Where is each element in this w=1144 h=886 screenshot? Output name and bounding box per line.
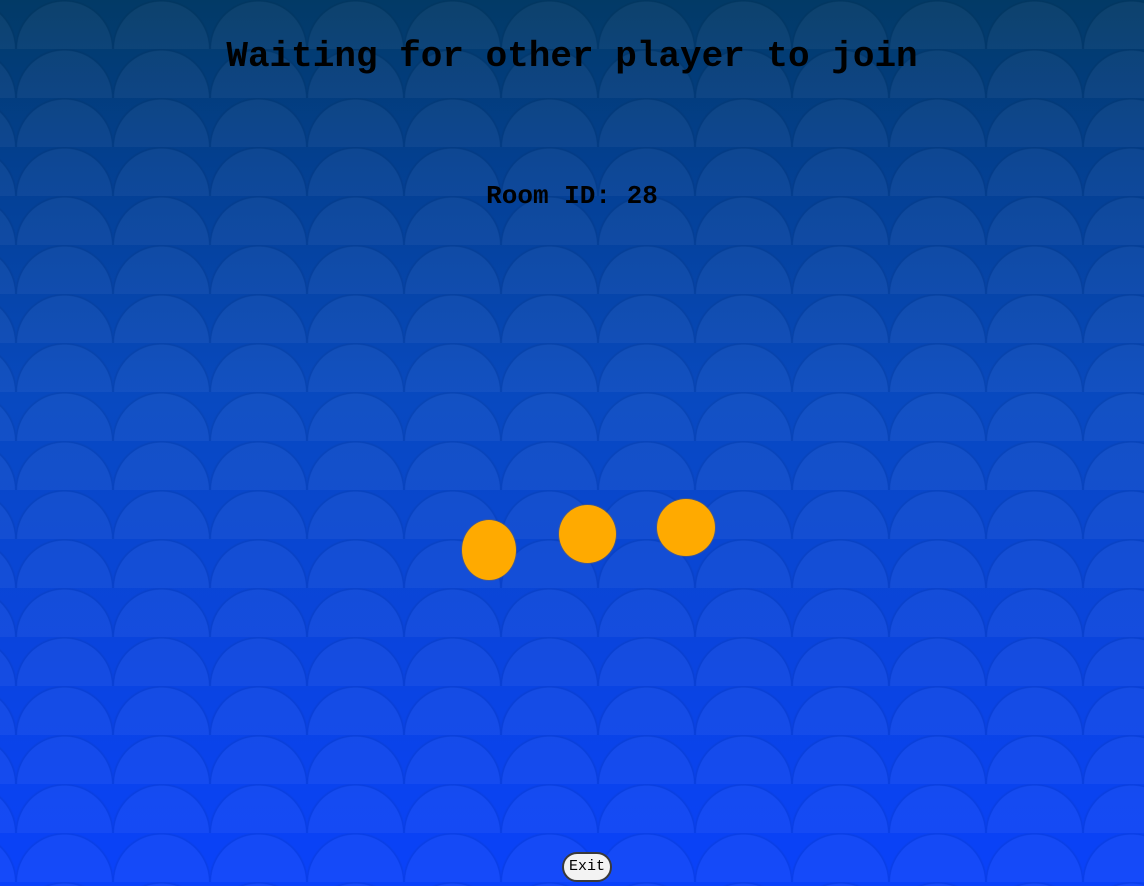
waiting-room-screen: { "header": { "title": "Waiting for othe… <box>0 0 1144 886</box>
loading-dot <box>559 505 616 563</box>
loading-dot <box>657 499 715 556</box>
loading-dot <box>462 520 516 580</box>
room-id-label: Room ID: 28 <box>486 181 658 211</box>
exit-button[interactable]: Exit <box>562 852 612 882</box>
waiting-title: Waiting for other player to join <box>226 36 918 77</box>
